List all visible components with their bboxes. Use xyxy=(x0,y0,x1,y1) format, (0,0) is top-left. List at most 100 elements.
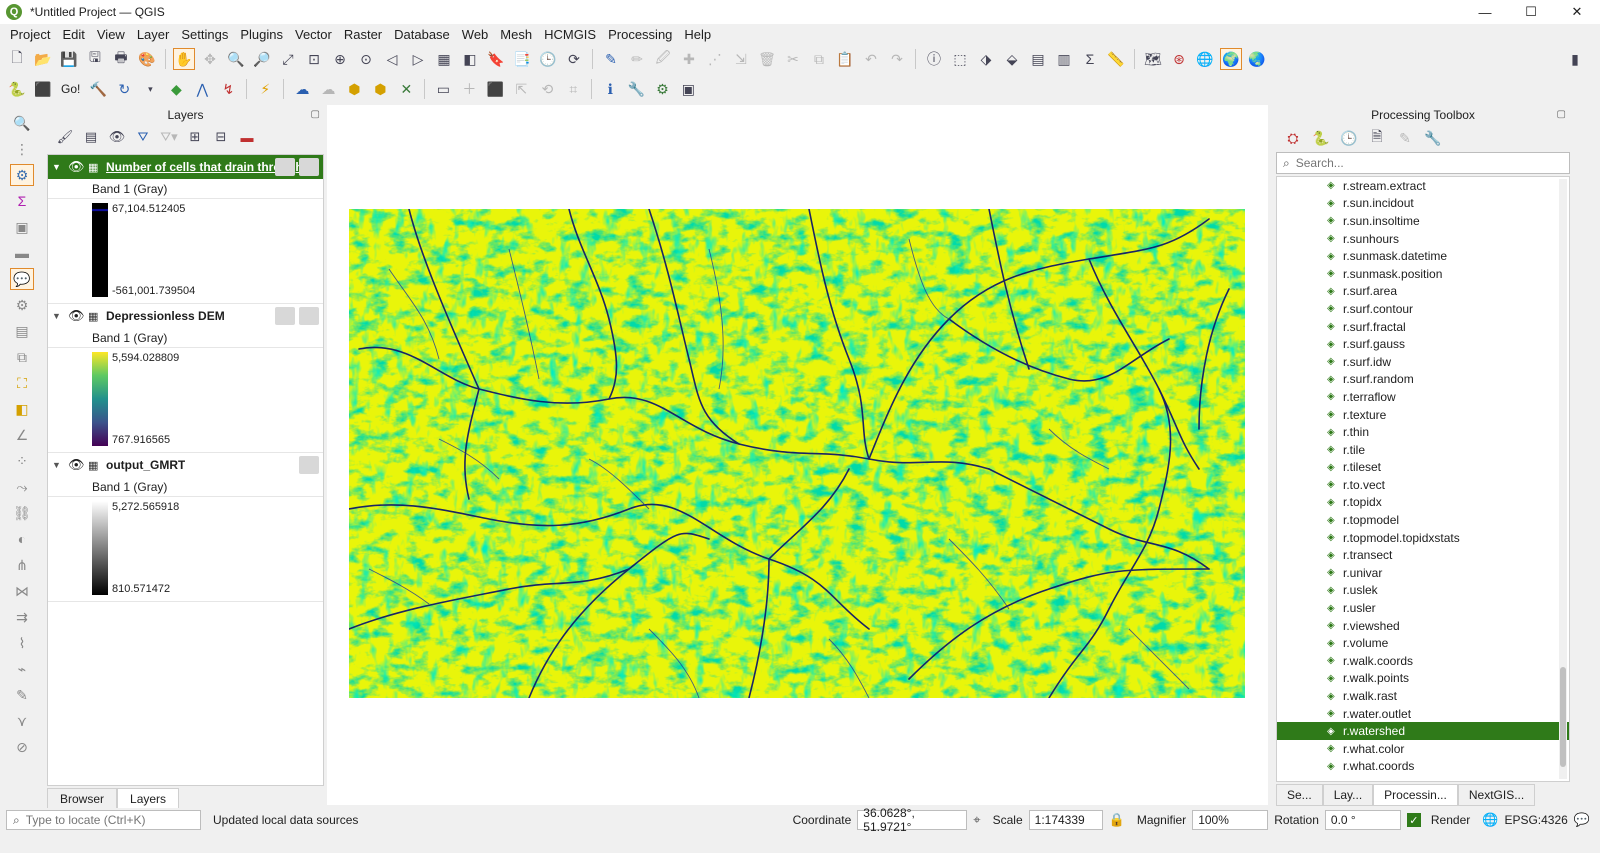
copy-layer-icon[interactable]: ⧉ xyxy=(10,346,34,368)
search-input[interactable] xyxy=(1295,156,1546,170)
visibility-eye-icon[interactable]: 👁 xyxy=(68,159,88,175)
node-icon[interactable]: ⁘ xyxy=(10,450,34,472)
layer-embedded-icon[interactable] xyxy=(299,456,319,474)
tab-browser[interactable]: Browser xyxy=(47,788,118,810)
add-group-icon[interactable]: ▤ xyxy=(81,127,101,147)
algorithm-item[interactable]: ◈ r.what.color xyxy=(1277,740,1569,758)
menu-processing[interactable]: Processing xyxy=(602,27,678,42)
locator-input[interactable] xyxy=(25,813,186,827)
layer-row-output-gmrt[interactable]: ▼ 👁 ▦ output_GMRT xyxy=(48,453,323,477)
menu-settings[interactable]: Settings xyxy=(175,27,234,42)
map-canvas[interactable] xyxy=(327,105,1268,805)
paste-icon[interactable]: 📋 xyxy=(834,48,856,70)
identify-icon[interactable]: ⓘ xyxy=(923,48,945,70)
models-icon[interactable]: ⛭ xyxy=(1282,127,1304,149)
model-icon[interactable]: ⚙ xyxy=(651,78,673,100)
locator-box[interactable]: ⌕ xyxy=(6,810,201,830)
algorithm-item[interactable]: ◈ r.to.vect xyxy=(1277,476,1569,494)
zoom-full-icon[interactable]: ⤢ xyxy=(277,48,299,70)
save-project-icon[interactable]: 💾 xyxy=(58,48,80,70)
scale-field[interactable]: 1:174339 xyxy=(1028,810,1103,830)
cloud-download-icon[interactable]: ☁ xyxy=(317,78,339,100)
history-icon[interactable]: ▣ xyxy=(677,78,699,100)
tab-layers[interactable]: Layers xyxy=(117,788,180,810)
menu-view[interactable]: View xyxy=(91,27,131,42)
vertical-scrollbar[interactable] xyxy=(1559,179,1567,779)
grid-tool-icon[interactable]: ⋮ xyxy=(10,138,34,160)
scroll-thumb[interactable] xyxy=(1560,667,1566,767)
filter-expression-icon[interactable]: ⛛▾ xyxy=(159,127,179,147)
zoom-out-icon[interactable]: 🔎 xyxy=(251,48,273,70)
menu-layer[interactable]: Layer xyxy=(131,27,176,42)
menu-mesh[interactable]: Mesh xyxy=(494,27,538,42)
gps-icon[interactable]: ⊛ xyxy=(1168,48,1190,70)
save-edits-icon[interactable]: 🖉 xyxy=(652,48,674,70)
algorithm-item[interactable]: ◈ r.transect xyxy=(1277,546,1569,564)
split-icon[interactable]: ⋔ xyxy=(10,554,34,576)
layer-add-icon[interactable]: ▣ xyxy=(10,216,34,238)
label-pin-icon[interactable]: ⬛ xyxy=(484,78,506,100)
menu-plugins[interactable]: Plugins xyxy=(234,27,289,42)
hammer-icon[interactable]: 🔨 xyxy=(87,78,109,100)
algorithm-item[interactable]: ◈ r.sunmask.position xyxy=(1277,265,1569,283)
move-feature-icon[interactable]: ⇲ xyxy=(730,48,752,70)
gear-small-icon[interactable]: ⚙ xyxy=(10,294,34,316)
algorithm-item[interactable]: ◈ r.topidx xyxy=(1277,494,1569,512)
collapse-arrow-icon[interactable]: ▼ xyxy=(52,460,68,470)
layer-row-flow-accumulation[interactable]: ▼ 👁 ▦ Number of cells that drain through… xyxy=(48,155,323,179)
quick-osm-icon[interactable]: ⬛ xyxy=(32,78,54,100)
remove-layer-icon[interactable]: ▬ xyxy=(237,127,257,147)
layer-name[interactable]: Depressionless DEM xyxy=(106,309,225,323)
algorithm-item[interactable]: ◈ r.tile xyxy=(1277,441,1569,459)
bookmark-icon[interactable]: 🔖 xyxy=(485,48,507,70)
refresh-icon[interactable]: ⟳ xyxy=(563,48,585,70)
label-tool-icon[interactable]: ▭ xyxy=(432,78,454,100)
layer-remove-icon[interactable]: ▬ xyxy=(10,242,34,264)
menu-project[interactable]: Project xyxy=(4,27,56,42)
menu-hcmgis[interactable]: HCMGIS xyxy=(538,27,602,42)
tab-layer-styling[interactable]: Lay... xyxy=(1322,784,1374,806)
cube-yellow-icon[interactable]: ⬢ xyxy=(343,78,365,100)
expand-all-icon[interactable]: ⊞ xyxy=(185,127,205,147)
label-change-icon[interactable]: ⌗ xyxy=(562,78,584,100)
processing-options-icon[interactable]: 🔧 xyxy=(1422,127,1444,149)
show-bookmarks-icon[interactable]: 📑 xyxy=(511,48,533,70)
deselect-icon[interactable]: ⬙ xyxy=(1001,48,1023,70)
print-layout-icon[interactable]: 🖶 xyxy=(110,48,132,70)
render-checkbox[interactable]: ✓ xyxy=(1406,813,1421,827)
algorithm-item[interactable]: ◈ r.surf.random xyxy=(1277,371,1569,389)
crs-globe-icon[interactable]: 🌐 xyxy=(1482,812,1498,828)
algorithm-item[interactable]: ◈ r.watershed xyxy=(1277,722,1569,740)
label-move-icon[interactable]: ⇱ xyxy=(510,78,532,100)
delete-selected-icon[interactable]: 🗑 xyxy=(756,48,778,70)
algorithm-item[interactable]: ◈ r.surf.gauss xyxy=(1277,335,1569,353)
digitize-icon[interactable]: ✎ xyxy=(600,48,622,70)
algorithm-item[interactable]: ◈ r.sun.insoltime xyxy=(1277,212,1569,230)
new-3d-view-icon[interactable]: ◧ xyxy=(459,48,481,70)
results-viewer-icon[interactable]: 🗎 xyxy=(1366,127,1388,149)
info-icon[interactable]: ℹ xyxy=(599,78,621,100)
redo-icon[interactable]: ↷ xyxy=(886,48,908,70)
open-project-icon[interactable]: 📂 xyxy=(32,48,54,70)
extent-toggle-icon[interactable]: ⌖ xyxy=(973,812,980,828)
sigma-icon[interactable]: Σ xyxy=(10,190,34,212)
plus-tool-icon[interactable]: ＋ xyxy=(458,78,480,100)
red-arrow-icon[interactable]: ↯ xyxy=(217,78,239,100)
algorithm-item[interactable]: ◈ r.topmodel.topidxstats xyxy=(1277,529,1569,547)
tab-nextgis[interactable]: NextGIS... xyxy=(1457,784,1536,806)
collapse-arrow-icon[interactable]: ▼ xyxy=(52,311,68,321)
python-scripts-icon[interactable]: 🐍 xyxy=(1310,127,1332,149)
menu-help[interactable]: Help xyxy=(678,27,717,42)
pan-icon[interactable]: ✋ xyxy=(173,48,195,70)
layer-indicator-icon[interactable] xyxy=(275,307,295,325)
algorithm-item[interactable]: ◈ r.walk.points xyxy=(1277,670,1569,688)
maximize-button[interactable]: ☐ xyxy=(1508,0,1554,24)
layer-embedded-icon[interactable] xyxy=(299,307,319,325)
visibility-eye-icon[interactable]: 👁 xyxy=(68,308,88,324)
lightning-icon[interactable]: ⚡ xyxy=(254,78,276,100)
copy-icon[interactable]: ⧉ xyxy=(808,48,830,70)
globe-search-icon[interactable]: 🌏 xyxy=(1246,48,1268,70)
history-icon[interactable]: 🕒 xyxy=(1338,127,1360,149)
zoom-native-icon[interactable]: ⊙ xyxy=(355,48,377,70)
edit-features-icon[interactable]: ✎ xyxy=(1394,127,1416,149)
